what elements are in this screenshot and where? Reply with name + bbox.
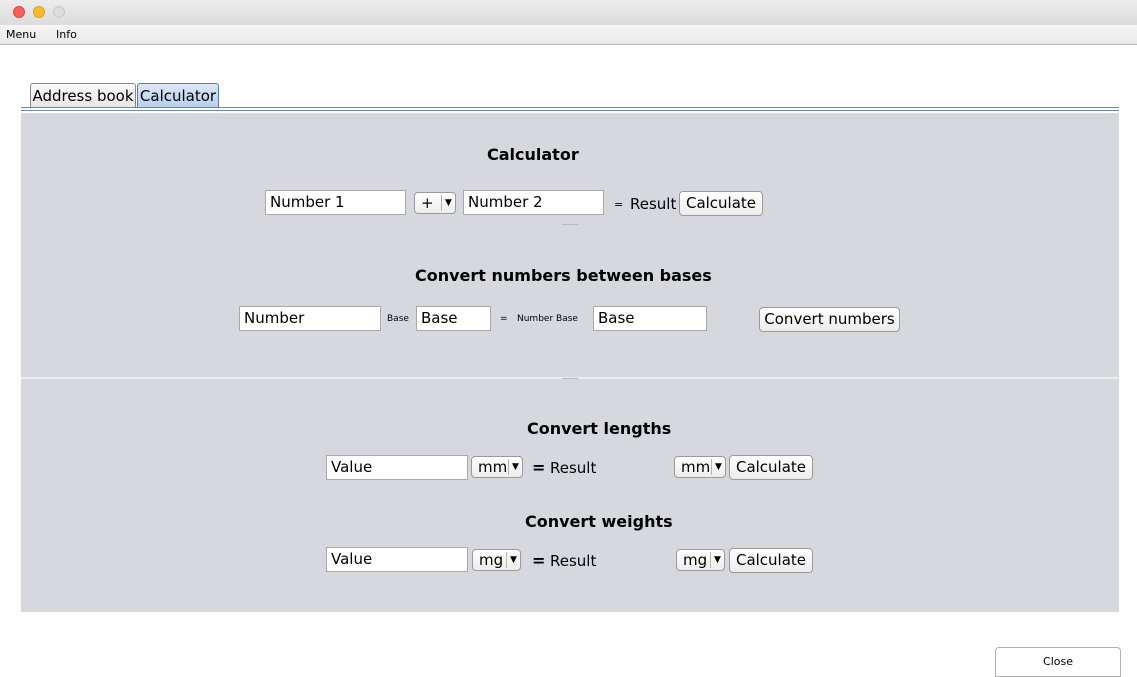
length-calculate-button[interactable]: Calculate xyxy=(729,455,813,480)
chevron-down-icon: ▼ xyxy=(512,462,519,472)
menu-item-info[interactable]: Info xyxy=(56,28,77,41)
title-bar xyxy=(0,0,1137,25)
tab-divider xyxy=(21,110,1119,111)
weights-heading: Convert weights xyxy=(525,512,673,531)
number-input[interactable]: Number xyxy=(239,306,381,331)
chevron-down-icon: ▼ xyxy=(510,555,517,565)
combo-separator xyxy=(711,459,712,475)
chevron-down-icon: ▼ xyxy=(714,555,721,565)
operator-value: + xyxy=(421,194,434,212)
target-base-input[interactable]: Base xyxy=(593,306,707,331)
window-minimize-icon[interactable] xyxy=(33,6,45,18)
convert-numbers-button[interactable]: Convert numbers xyxy=(759,307,900,332)
combo-separator xyxy=(441,195,442,211)
window-zoom-icon[interactable] xyxy=(53,6,65,18)
number-base-label: Number Base xyxy=(517,314,578,324)
length-to-unit-value: mm xyxy=(681,458,711,476)
equals-label: = xyxy=(532,458,546,477)
calculator-heading: Calculator xyxy=(487,145,579,164)
equals-label: = xyxy=(500,314,508,324)
weight-calculate-button[interactable]: Calculate xyxy=(729,548,813,573)
length-from-unit-select[interactable]: mm ▼ xyxy=(471,456,523,478)
combo-separator xyxy=(710,552,711,568)
menu-item-menu[interactable]: Menu xyxy=(6,28,36,41)
length-value-input[interactable]: Value xyxy=(326,455,468,480)
combo-separator xyxy=(508,459,509,475)
tab-address-book[interactable]: Address book xyxy=(30,83,136,108)
operator-select[interactable]: + ▼ xyxy=(414,192,456,214)
length-from-unit-value: mm xyxy=(478,458,508,476)
weight-value-input[interactable]: Value xyxy=(326,547,468,572)
weight-from-unit-select[interactable]: mg ▼ xyxy=(472,549,521,571)
window-close-icon[interactable] xyxy=(13,6,25,18)
combo-separator xyxy=(506,552,507,568)
equals-label: = xyxy=(532,551,546,570)
weight-result: Result xyxy=(550,552,597,570)
number1-input[interactable]: Number 1 xyxy=(265,190,406,215)
weight-to-unit-select[interactable]: mg ▼ xyxy=(676,549,725,571)
resize-grip xyxy=(562,224,578,225)
lengths-heading: Convert lengths xyxy=(527,419,672,438)
tab-calculator[interactable]: Calculator xyxy=(137,83,219,108)
calculator-result: Result xyxy=(630,195,677,213)
source-base-input[interactable]: Base xyxy=(416,306,491,331)
chevron-down-icon: ▼ xyxy=(445,198,452,208)
base-label: Base xyxy=(387,314,409,324)
equals-label: = xyxy=(614,198,624,211)
chevron-down-icon: ▼ xyxy=(715,462,722,472)
weight-from-unit-value: mg xyxy=(479,551,504,569)
conversion-panel xyxy=(21,379,1119,612)
base-conversion-heading: Convert numbers between bases xyxy=(415,266,712,285)
length-to-unit-select[interactable]: mm ▼ xyxy=(674,456,726,478)
calculate-button[interactable]: Calculate xyxy=(679,191,763,216)
menu-bar: Menu Info xyxy=(0,25,1137,45)
number2-input[interactable]: Number 2 xyxy=(463,190,604,215)
tab-divider xyxy=(21,107,1119,108)
length-result: Result xyxy=(550,459,597,477)
weight-to-unit-value: mg xyxy=(683,551,708,569)
